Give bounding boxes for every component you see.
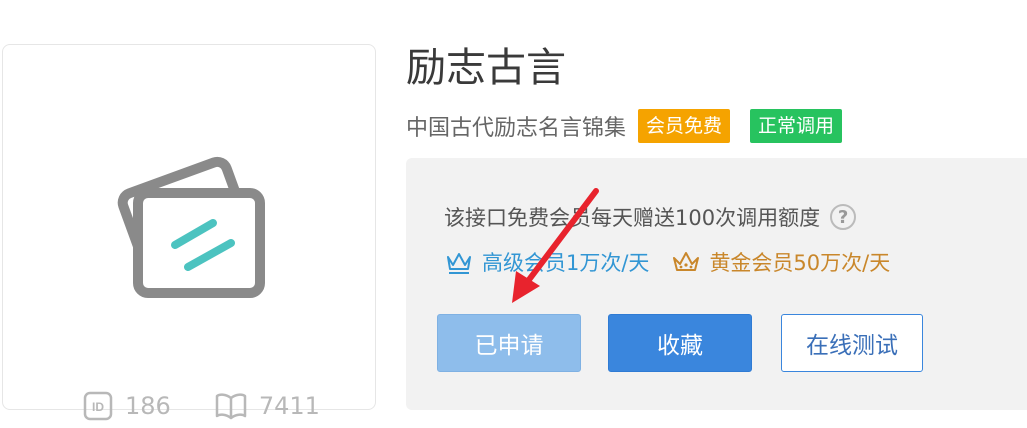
id-value: 186 — [125, 392, 171, 420]
card-stats: ID 186 7411 — [83, 389, 320, 423]
id-icon: ID — [83, 391, 113, 421]
crown-gold-icon — [673, 252, 700, 271]
annotation-arrow-icon — [512, 188, 599, 303]
svg-text:ID: ID — [92, 400, 104, 414]
online-test-button[interactable]: 在线测试 — [781, 314, 923, 372]
applied-button[interactable]: 已申请 — [437, 314, 581, 372]
card-stack-icon — [117, 156, 265, 298]
api-card: ID 186 7411 — [2, 44, 376, 421]
views-stat: 7411 — [215, 392, 320, 420]
member-free-badge: 会员免费 — [638, 109, 731, 143]
page-title: 励志古言 — [406, 45, 566, 91]
subtitle-row: 中国古代励志名言锦集 会员免费 正常调用 — [406, 108, 843, 144]
gold-member-link[interactable]: 黄金会员50万次/天 — [671, 247, 890, 277]
collect-button[interactable]: 收藏 — [608, 314, 752, 372]
gold-member-label: 黄金会员50万次/天 — [709, 251, 891, 275]
crown-outline-icon — [447, 253, 471, 274]
help-icon[interactable]: ? — [830, 204, 857, 230]
id-stat: ID 186 — [83, 391, 171, 421]
page-subtitle: 中国古代励志名言锦集 — [406, 116, 627, 141]
views-value: 7411 — [258, 392, 320, 420]
book-icon — [215, 393, 247, 420]
status-badge: 正常调用 — [750, 109, 843, 143]
